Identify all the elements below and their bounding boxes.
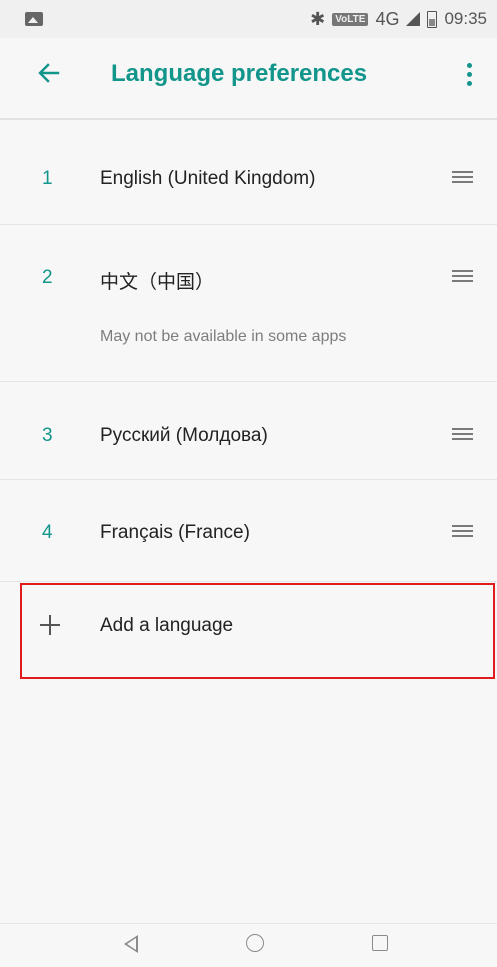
- status-time: 09:35: [444, 9, 487, 28]
- language-rank: 1: [42, 168, 53, 189]
- language-availability-note: May not be available in some apps: [100, 328, 347, 345]
- list-item-language-3[interactable]: 3 Русский (Молдова): [0, 382, 497, 480]
- drag-handle-icon[interactable]: [452, 525, 473, 540]
- list-item-language-4[interactable]: 4 Français (France): [0, 480, 497, 582]
- language-name: Русский (Молдова): [100, 425, 268, 446]
- language-name: English (United Kingdom): [100, 168, 316, 189]
- language-rank: 4: [42, 522, 53, 543]
- bluetooth-icon: ✱: [310, 8, 326, 29]
- language-rank: 3: [42, 425, 53, 446]
- status-bar: ✱ VoLTE 4G 09:35: [0, 0, 497, 38]
- drag-handle-icon[interactable]: [452, 428, 473, 443]
- app-bar: Language preferences: [0, 38, 497, 120]
- drag-handle-icon[interactable]: [452, 270, 473, 285]
- page-title: Language preferences: [111, 60, 368, 87]
- navigation-bar: [0, 923, 497, 967]
- nav-home-icon[interactable]: [246, 934, 264, 952]
- language-rank: 2: [42, 267, 53, 288]
- signal-icon: [406, 12, 421, 26]
- back-arrow-icon[interactable]: [36, 60, 62, 86]
- network-type-label: 4G: [375, 8, 400, 29]
- nav-recents-icon[interactable]: [372, 935, 388, 951]
- drag-handle-icon[interactable]: [452, 171, 473, 186]
- add-language-label: Add a language: [100, 615, 234, 636]
- battery-icon: [427, 10, 438, 28]
- language-list: 1 English (United Kingdom) 2 中文（中国） May …: [0, 121, 497, 582]
- volte-icon: VoLTE: [332, 12, 369, 26]
- more-options-icon[interactable]: [467, 63, 473, 87]
- list-item-language-1[interactable]: 1 English (United Kingdom): [0, 121, 497, 225]
- list-item-language-2[interactable]: 2 中文（中国） May not be available in some ap…: [0, 225, 497, 382]
- language-name: 中文（中国）: [100, 272, 215, 293]
- add-language-button[interactable]: Add a language: [20, 583, 495, 679]
- plus-icon: [40, 615, 60, 635]
- image-notification-icon: [25, 12, 43, 26]
- language-name: Français (France): [100, 522, 250, 543]
- nav-back-icon[interactable]: [124, 935, 138, 953]
